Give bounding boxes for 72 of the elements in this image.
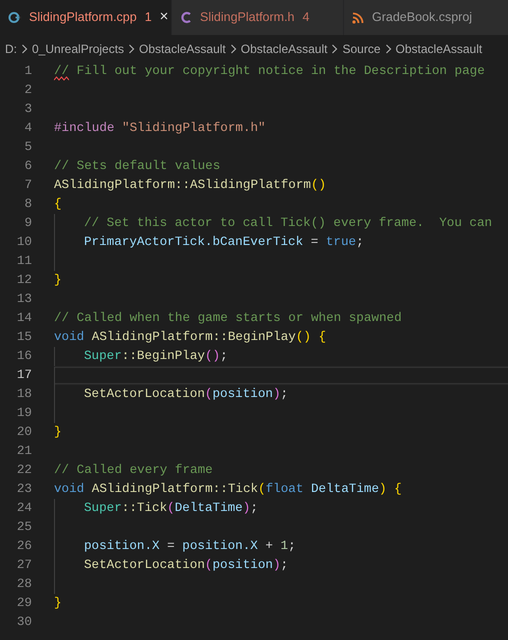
line-number: 24 (16, 500, 33, 517)
line-number: 11 (16, 253, 33, 270)
breadcrumb-item[interactable]: ObstacleAssault (139, 40, 226, 58)
line-number: 23 (16, 481, 33, 498)
line-number: 19 (16, 405, 33, 422)
line-number: 17 (16, 367, 33, 384)
problem-count: 1 (144, 9, 152, 26)
line-number: 12 (16, 272, 33, 289)
tab-label: SlidingPlatform.h (200, 9, 294, 26)
code-line: #include "SlidingPlatform.h" (54, 120, 266, 137)
line-number: 15 (16, 329, 33, 346)
code-line: SetActorLocation(position); (84, 386, 288, 403)
tab-label: SlidingPlatform.cpp (29, 9, 137, 26)
code-line: // Fill out your copyright notice in the Description page (54, 63, 485, 80)
code-line: } (54, 424, 62, 441)
code-line: // Sets default values (54, 158, 220, 175)
line-number: 16 (16, 348, 33, 365)
line-number: 25 (16, 519, 33, 536)
line-number: 1 (23, 63, 33, 80)
code-line: // Called when the game starts or when spawned (54, 310, 402, 327)
breadcrumb-item[interactable]: ObstacleAssault (396, 40, 482, 58)
chevron-icon (384, 44, 392, 54)
code-line: } (54, 595, 62, 612)
editor-tab[interactable]: GradeBook.csproj (344, 0, 508, 35)
chevron-icon (230, 44, 237, 54)
breadcrumb-item[interactable]: ObstacleAssault (240, 40, 328, 58)
code-line: position.X = position.X + 1; (84, 538, 296, 555)
code-line: void ASlidingPlatform::Tick(float DeltaTime) { (54, 481, 402, 498)
line-number: 7 (23, 177, 33, 194)
chevron-icon (331, 44, 338, 54)
chevron-icon (21, 44, 28, 54)
code-line: ASlidingPlatform::ASlidingPlatform() (54, 177, 326, 194)
code-line: // Set this actor to call Tick() every frame. You can (84, 215, 492, 232)
code-line: Super::Tick(DeltaTime); (84, 500, 258, 517)
chevron-icon (128, 44, 136, 54)
feed-icon (352, 12, 364, 24)
breadcrumb-item[interactable]: D: (5, 40, 17, 58)
c-plus-icon (8, 11, 21, 24)
line-number: 26 (16, 538, 33, 555)
code-line: void ASlidingPlatform::BeginPlay() { (54, 329, 326, 346)
line-number: 5 (23, 139, 33, 156)
breadcrumb-item[interactable]: Source (342, 40, 381, 58)
line-number: 8 (23, 196, 33, 213)
breadcrumb-item[interactable]: 0_UnrealProjects (32, 40, 124, 58)
code-line: } (54, 272, 62, 289)
code-line: SetActorLocation(position); (84, 557, 288, 574)
line-number: 29 (16, 595, 33, 612)
editor-tab[interactable]: SlidingPlatform.h 4 (172, 0, 344, 35)
problem-count: 4 (302, 9, 310, 26)
line-number: 27 (16, 557, 33, 574)
line-number: 9 (23, 215, 33, 232)
line-number: 6 (23, 158, 33, 175)
line-number: 13 (16, 291, 33, 308)
line-number: 28 (16, 576, 33, 593)
line-number: 21 (16, 443, 33, 460)
line-number: 30 (16, 614, 33, 631)
line-number: 3 (23, 101, 33, 118)
line-number: 18 (16, 386, 33, 403)
tab-label: GradeBook.csproj (372, 9, 472, 26)
code-line: { (54, 196, 62, 213)
line-number: 4 (23, 120, 33, 137)
editor-tab[interactable]: SlidingPlatform.cpp 1 × (0, 0, 172, 35)
code-line: PrimaryActorTick.bCanEverTick = true; (84, 234, 364, 251)
line-number: 10 (16, 234, 33, 251)
c-letter-icon (180, 11, 192, 24)
code-line: Super::BeginPlay(); (84, 348, 228, 365)
line-number: 2 (23, 82, 33, 99)
line-number: 20 (16, 424, 33, 441)
code-line: // Called every frame (54, 462, 213, 479)
line-number: 14 (16, 310, 33, 327)
line-number: 22 (16, 462, 33, 479)
close-icon[interactable]: × (160, 6, 168, 29)
